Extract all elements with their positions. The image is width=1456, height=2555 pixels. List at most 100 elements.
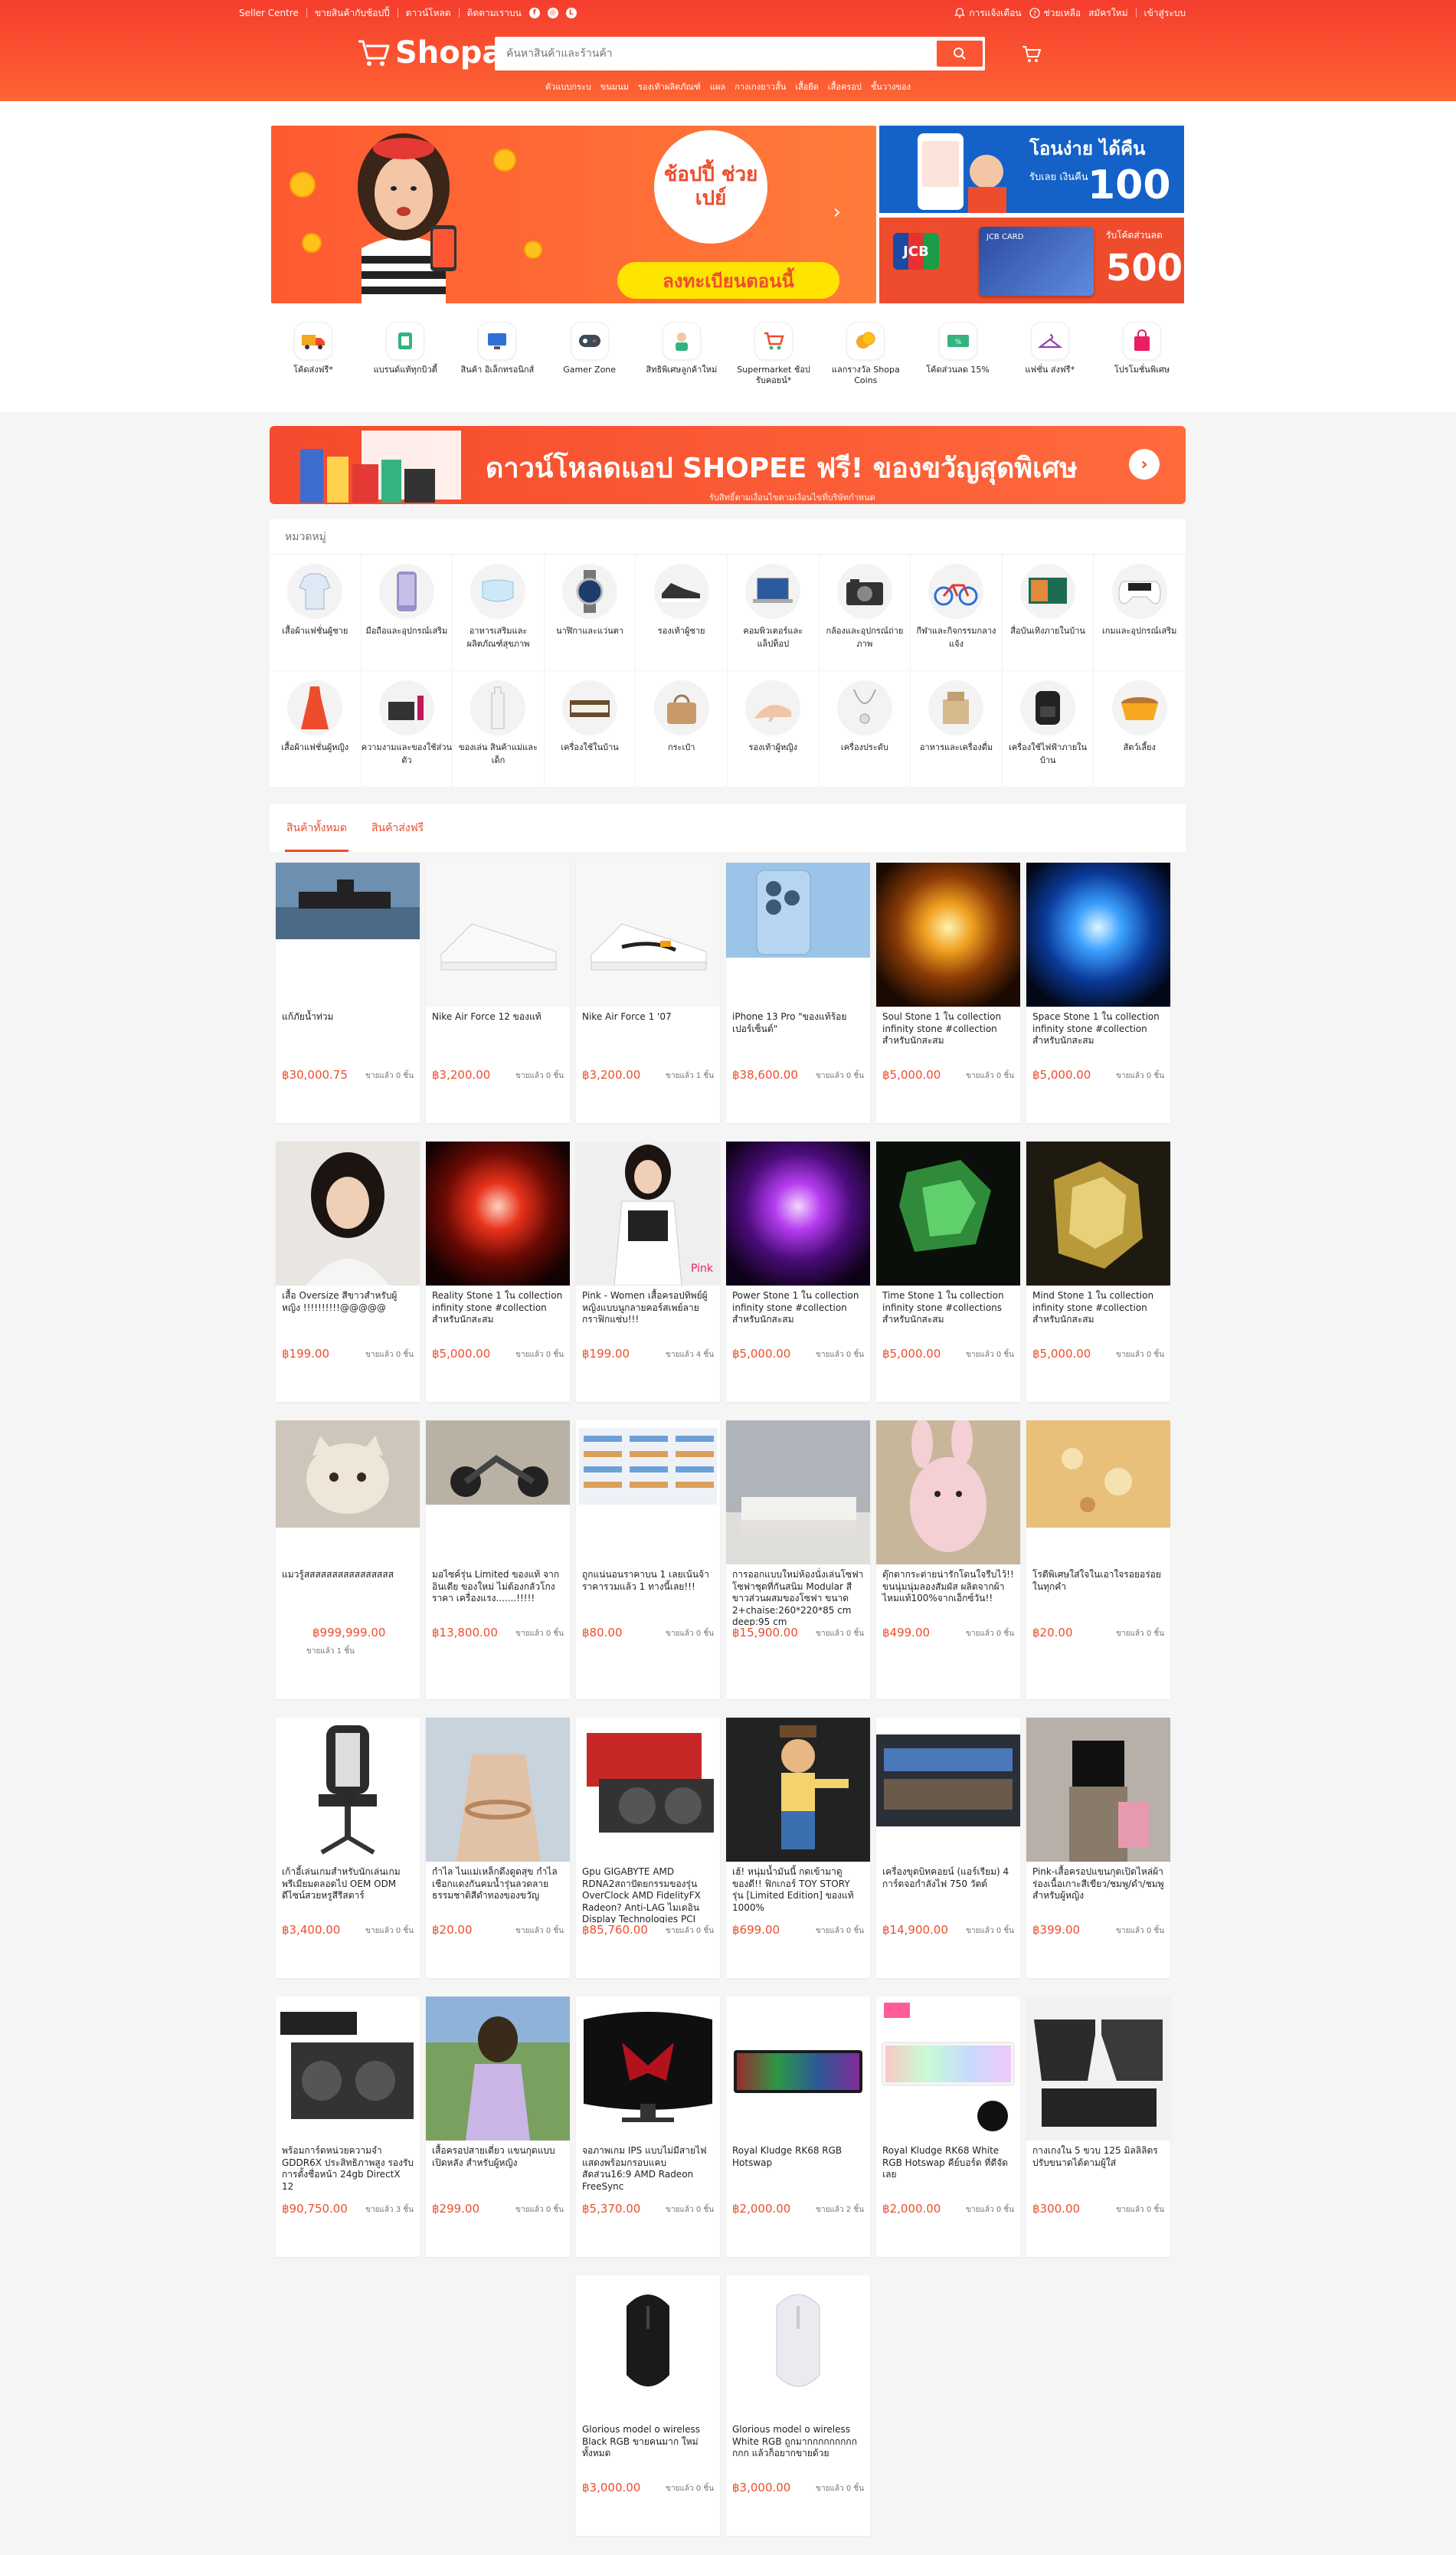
product-card[interactable]: กำไล ไนแม่เหล็กดึงดูดสุข กำไลเชือกแดงกัน… xyxy=(426,1718,570,1978)
product-card[interactable]: โรตีพิเศษใส่ใจในเอาใจรอยอร่อยในทุกคำ ฿20… xyxy=(1026,1420,1170,1699)
category-item[interactable]: รองเท้าผู้หญิง xyxy=(727,671,820,788)
product-card[interactable]: ถูกแน่นอนราคาบน 1 เลยเน้นจ้า ราคารวมแล้ว… xyxy=(576,1420,720,1699)
product-card[interactable]: Glorious model o wireless Black RGB ขายค… xyxy=(576,2275,720,2536)
cart-button[interactable] xyxy=(1020,43,1043,66)
category-item[interactable]: อาหารเสริมและผลิตภัณฑ์สุขภาพ xyxy=(453,555,545,671)
jcb-coupon-banner[interactable]: JCB JCB CARD รับโค้ดส่วนลด 500 xyxy=(879,218,1184,303)
register-now-button[interactable]: ลงทะเบียนตอนนี้ xyxy=(617,262,839,299)
quick-cat-coins[interactable]: แลกรางวัล Shopa Coins xyxy=(823,322,908,398)
category-item[interactable]: มือถือและอุปกรณ์เสริม xyxy=(361,555,453,671)
category-item[interactable]: ของเล่น สินค้าแม่และเด็ก xyxy=(453,671,545,788)
category-item[interactable]: สัตว์เลี้ยง xyxy=(1094,671,1186,788)
category-item[interactable]: กีฬาและกิจกรรมกลางแจ้ง xyxy=(911,555,1003,671)
quick-cat-new-user[interactable]: สิทธิพิเศษลูกค้าใหม่ xyxy=(640,322,724,398)
product-card[interactable]: มอไซค์รุ่น Limited ของแท้ จากอินเดีย ของ… xyxy=(426,1420,570,1699)
product-card[interactable]: การออกแบบใหม่ห้องนั่งเล่นโซฟาโซฟาชุดที่ก… xyxy=(726,1420,870,1699)
product-card[interactable]: จอภาพเกม IPS แบบไม่มีสายไฟแสดงพร้อมกรอบแ… xyxy=(576,1997,720,2257)
help-link[interactable]: ? ช่วยเหลือ xyxy=(1029,6,1081,21)
product-card[interactable]: Reality Stone 1 ใน collection infinity s… xyxy=(426,1142,570,1402)
suggestion-link[interactable]: รองเท้าผลิตภัณฑ์ xyxy=(638,80,701,93)
notifications-link[interactable]: การแจ้งเตือน xyxy=(954,6,1022,21)
product-card[interactable]: แมวรู้สสสสสสสสสสสสสสสส ฿999,999.00 ขายแล… xyxy=(276,1420,420,1699)
product-card[interactable]: แก้ภัยน้ำท่วม ฿30,000.75 ขายแล้ว 0 ชิ้น xyxy=(276,863,420,1123)
facebook-icon[interactable]: f xyxy=(528,8,540,18)
product-sold-count: ขายแล้ว 0 ชิ้น xyxy=(666,2485,714,2493)
main-carousel-banner[interactable]: ช้อปปี้ ช่วยเปย์ ลงทะเบียนตอนนี้ › xyxy=(271,126,876,303)
suggestion-link[interactable]: แผล xyxy=(710,80,725,93)
logo[interactable]: Shopa xyxy=(357,35,502,70)
suggestion-link[interactable]: กางเกงยาวสั้น xyxy=(735,80,786,93)
product-card[interactable]: Space Stone 1 ใน collection infinity sto… xyxy=(1026,863,1170,1123)
product-card[interactable]: กางเกงใน 5 ขวบ 125 มิลลิลิตร ปรับขนาดได้… xyxy=(1026,1997,1170,2257)
product-image xyxy=(876,1420,1020,1564)
product-card[interactable]: เฮ้! หนุ่มน้ำมันนี้ กดเข้ามาดูของดี!! ฟิ… xyxy=(726,1718,870,1978)
product-card[interactable]: Glorious model o wireless White RGB ถูกม… xyxy=(726,2275,870,2536)
product-footer: ฿499.00 ขายแล้ว 0 ชิ้น xyxy=(876,1626,1020,1646)
quick-cat-promotions[interactable]: โปรโมชั่นพิเศษ xyxy=(1100,322,1184,398)
quick-cat-supermarket[interactable]: Supermarket ช้อป รับคอยน์* xyxy=(731,322,816,398)
category-item[interactable]: เสื้อผ้าแฟชั่นผู้หญิง xyxy=(270,671,362,788)
search-input[interactable] xyxy=(497,39,937,68)
instagram-icon[interactable]: ◎ xyxy=(547,8,558,18)
category-item[interactable]: เครื่องใช้ในบ้าน xyxy=(544,671,636,788)
tab-all-products[interactable]: สินค้าทั้งหมด xyxy=(285,804,348,852)
product-card[interactable]: Nike Air Force 1 '07 ฿3,200.00 ขายแล้ว 1 … xyxy=(576,863,720,1123)
product-name: Power Stone 1 ใน collection infinity sto… xyxy=(732,1290,859,1325)
suggestion-link[interactable]: เสื้อยืด xyxy=(795,80,819,93)
category-item[interactable]: รองเท้าผู้ชาย xyxy=(636,555,728,671)
app-download-banner[interactable]: ดาวน์โหลดแอป SHOPEE ฟรี! ของขวัญสุดพิเศษ… xyxy=(270,426,1186,504)
quick-cat-free-shipping[interactable]: โค้ดส่งฟรี* xyxy=(271,322,355,398)
category-label: นาฬิกาและแว่นตา xyxy=(556,626,624,636)
category-item[interactable]: นาฬิกาและแว่นตา xyxy=(544,555,636,671)
quick-cat-fashion[interactable]: แฟชั่น ส่งฟรี* xyxy=(1008,322,1092,398)
product-card[interactable]: Gpu GIGABYTE AMD RDNA2สถาปัตยกรรมของรุ่น… xyxy=(576,1718,720,1978)
product-card[interactable]: พร้อมการ์ดหน่วยความจำ GDDR6X ประสิทธิภาพ… xyxy=(276,1997,420,2257)
product-card[interactable]: iPhone 13 Pro "ของแท้ร้อยเปอร์เซ็นต์" ฿3… xyxy=(726,863,870,1123)
product-card[interactable]: Mind Stone 1 ใน collection infinity ston… xyxy=(1026,1142,1170,1402)
line-icon[interactable]: L xyxy=(565,8,577,18)
quick-cat-electronics[interactable]: สินค้า อิเล็กทรอนิกส์ xyxy=(455,322,539,398)
suggestion-link[interactable]: ตัวแบบกระบ xyxy=(545,80,591,93)
product-card[interactable]: Power Stone 1 ใน collection infinity sto… xyxy=(726,1142,870,1402)
product-card[interactable]: ตุ๊กตากระต่ายน่ารักโดนใจรีบไว้!! ขนนุ่มน… xyxy=(876,1420,1020,1699)
signup-link[interactable]: สมัครใหม่ xyxy=(1088,6,1127,21)
category-item[interactable]: เครื่องใช้ไฟฟ้าภายในบ้าน xyxy=(1002,671,1094,788)
product-card[interactable]: Royal Kludge RK68 RGB Hotswap ฿2,000.00 ข… xyxy=(726,1997,870,2257)
category-item[interactable]: อาหารและเครื่องดื่ม xyxy=(911,671,1003,788)
login-link[interactable]: เข้าสู่ระบบ xyxy=(1144,6,1186,21)
product-card[interactable]: เสื้อครอปสายเดี่ยว แขนกุดแบบเปิดหลัง สำห… xyxy=(426,1997,570,2257)
product-card[interactable]: Pink-เสื้อครอปแขนกุดเปิดไหล่ผ้าร่องเนื้อ… xyxy=(1026,1718,1170,1978)
product-card[interactable]: เก้าอี้เล่นเกมสำหรับนักเล่นเกมพรีเมียมตล… xyxy=(276,1718,420,1978)
search-button[interactable] xyxy=(937,41,983,67)
category-item[interactable]: กระเป๋า xyxy=(636,671,728,788)
category-item[interactable]: เสื้อผ้าแฟชั่นผู้ชาย xyxy=(270,555,362,671)
product-card[interactable]: เครื่องขุดบิทคอยน์ (แอร์เรียม) 4 การ์ดจอ… xyxy=(876,1718,1020,1978)
sell-with-link[interactable]: ขายสินค้ากับช้อปปี้ xyxy=(315,6,390,21)
quick-cat-brands[interactable]: แบรนด์แท้ทุกบิวตี้ xyxy=(363,322,447,398)
category-item[interactable]: คอมพิวเตอร์และแล็ปท็อป xyxy=(727,555,820,671)
cashback-banner[interactable]: โอนง่าย ได้คืน รับเลย เงินคืน 100 xyxy=(879,126,1184,213)
quick-cat-discount[interactable]: % โค้ดส่วนลด 15% xyxy=(916,322,1000,398)
quick-cat-label: แลกรางวัล Shopa Coins xyxy=(831,365,900,386)
tab-free-shipping[interactable]: สินค้าส่งฟรี xyxy=(370,804,425,852)
product-card[interactable]: Time Stone 1 ใน collection infinity ston… xyxy=(876,1142,1020,1402)
product-card[interactable]: เสื้อ Oversize สีขาวสำหรับผู้หญิง !!!!!!… xyxy=(276,1142,420,1402)
product-card[interactable]: Royal Kludge RK68 White RGB Hotswap คีย์… xyxy=(876,1997,1020,2257)
suggestion-link[interactable]: ขนมนม xyxy=(600,80,629,93)
suggestion-link[interactable]: ชั้นวางของ xyxy=(871,80,911,93)
category-item[interactable]: ความงามและของใช้ส่วนตัว xyxy=(361,671,453,788)
product-card[interactable]: Soul Stone 1 ใน collection infinity ston… xyxy=(876,863,1020,1123)
category-item[interactable]: เครื่องประดับ xyxy=(819,671,911,788)
product-card[interactable]: Pink Pink - Women เสื้อครอปทิพย์ผู้หญิงแ… xyxy=(576,1142,720,1402)
category-item[interactable]: กล้องและอุปกรณ์ถ่ายภาพ xyxy=(819,555,911,671)
chevron-right-icon[interactable]: › xyxy=(1129,449,1160,480)
category-item[interactable]: สื่อบันเทิงภายในบ้าน xyxy=(1002,555,1094,671)
carousel-next-icon[interactable]: › xyxy=(833,201,841,224)
quick-cat-gamer-zone[interactable]: Gamer Zone xyxy=(548,322,632,398)
product-card[interactable]: Nike Air Force 12 ของแท้ ฿3,200.00 ขายแล้… xyxy=(426,863,570,1123)
seller-centre-link[interactable]: Seller Centre xyxy=(239,8,299,18)
category-label: ของเล่น สินค้าแม่และเด็ก xyxy=(459,742,538,765)
suggestion-link[interactable]: เสื้อครอป xyxy=(828,80,862,93)
download-link[interactable]: ดาวน์โหลด xyxy=(406,6,451,21)
category-item[interactable]: เกมและอุปกรณ์เสริม xyxy=(1094,555,1186,671)
